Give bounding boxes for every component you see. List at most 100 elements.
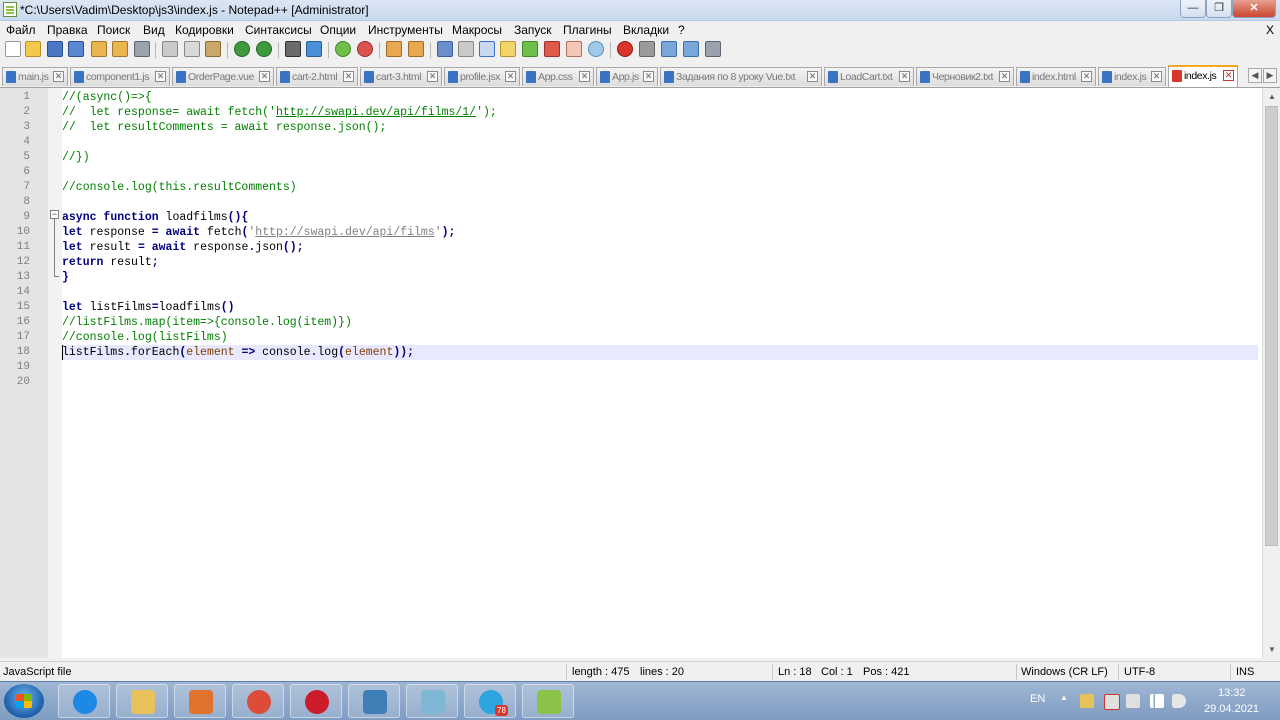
- sync-horizontal-icon[interactable]: [408, 41, 424, 57]
- scroll-up-button[interactable]: ▲: [1264, 88, 1280, 105]
- vertical-scrollbar[interactable]: ▲ ▼: [1262, 88, 1280, 658]
- fold-toggle-icon[interactable]: −: [50, 210, 59, 219]
- folder-workspace-icon[interactable]: [566, 41, 582, 57]
- close-window-button[interactable]: ✕: [1232, 0, 1276, 18]
- tab-component1-js[interactable]: component1.js ✕: [70, 67, 170, 86]
- code-line[interactable]: }: [62, 270, 1258, 285]
- play-macro-icon[interactable]: [661, 41, 677, 57]
- tab-app-css[interactable]: App.css ✕: [522, 67, 594, 86]
- menu-encoding[interactable]: Кодировки: [175, 23, 234, 37]
- save-all-icon[interactable]: [68, 41, 84, 57]
- paste-icon[interactable]: [205, 41, 221, 57]
- current-code-line[interactable]: listFilms.forEach(element => console.log…: [62, 345, 1258, 360]
- code-line[interactable]: [62, 165, 1258, 180]
- record-macro-icon[interactable]: [617, 41, 633, 57]
- save-icon[interactable]: [47, 41, 63, 57]
- menu-tools[interactable]: Инструменты: [368, 23, 443, 37]
- zoom-out-icon[interactable]: [357, 41, 373, 57]
- menu-plugins[interactable]: Плагины: [563, 23, 612, 37]
- sync-vertical-icon[interactable]: [386, 41, 402, 57]
- minimize-button[interactable]: —: [1180, 0, 1206, 18]
- code-line[interactable]: let result = await response.json();: [62, 240, 1258, 255]
- tab-close-icon[interactable]: ✕: [1223, 70, 1234, 81]
- taskbar-image-viewer-button[interactable]: [348, 684, 400, 718]
- code-line[interactable]: [62, 195, 1258, 210]
- code-line[interactable]: [62, 360, 1258, 375]
- tab-close-icon[interactable]: ✕: [155, 71, 166, 82]
- code-line[interactable]: [62, 135, 1258, 150]
- menu-file[interactable]: Файл: [6, 23, 36, 37]
- volume-icon[interactable]: [1172, 694, 1186, 708]
- show-hidden-icons-button[interactable]: ▲: [1060, 693, 1068, 702]
- tab-orderpage-vue[interactable]: OrderPage.vue ✕: [172, 67, 274, 86]
- tab-close-icon[interactable]: ✕: [427, 71, 438, 82]
- code-line[interactable]: //}): [62, 150, 1258, 165]
- code-text-area[interactable]: //(async()=>{// let response= await fetc…: [62, 88, 1260, 658]
- menu-run[interactable]: Запуск: [514, 23, 552, 37]
- code-line[interactable]: //console.log(this.resultComments): [62, 180, 1258, 195]
- status-eol[interactable]: Windows (CR LF): [1021, 666, 1108, 678]
- menu-help[interactable]: ?: [678, 23, 685, 37]
- tab-close-icon[interactable]: ✕: [899, 71, 910, 82]
- action-center-icon[interactable]: [1104, 694, 1120, 710]
- replace-icon[interactable]: [306, 41, 322, 57]
- run-macro-multiple-icon[interactable]: [683, 41, 699, 57]
- tab-cart-2-html[interactable]: cart-2.html ✕: [276, 67, 358, 86]
- close-file-icon[interactable]: [91, 41, 107, 57]
- taskbar-file-explorer-button[interactable]: [116, 684, 168, 718]
- redo-icon[interactable]: [256, 41, 272, 57]
- zoom-in-icon[interactable]: [335, 41, 351, 57]
- close-all-icon[interactable]: [112, 41, 128, 57]
- tab-close-icon[interactable]: ✕: [259, 71, 270, 82]
- doc-map-icon[interactable]: [522, 41, 538, 57]
- taskbar-chrome-button[interactable]: [232, 684, 284, 718]
- save-macro-icon[interactable]: [705, 41, 721, 57]
- tray-app-icon[interactable]: [1080, 694, 1094, 708]
- code-line[interactable]: //(async()=>{: [62, 90, 1258, 105]
- print-icon[interactable]: [134, 41, 150, 57]
- tab-scroll-right-button[interactable]: ▶: [1263, 68, 1277, 83]
- code-line[interactable]: // let response= await fetch('http://swa…: [62, 105, 1258, 120]
- tab-vue-lesson-8-tasks[interactable]: Задания по 8 уроку Vue.txt ✕: [660, 67, 822, 86]
- open-file-icon[interactable]: [25, 41, 41, 57]
- tab-index-html[interactable]: index.html ✕: [1016, 67, 1096, 86]
- tab-index-js-other[interactable]: index.js ✕: [1098, 67, 1166, 86]
- restore-button[interactable]: ❐: [1206, 0, 1232, 18]
- monitoring-icon[interactable]: [588, 41, 604, 57]
- taskbar-notepad-plus-plus-button[interactable]: [522, 684, 574, 718]
- new-file-icon[interactable]: [5, 41, 21, 57]
- clock-time[interactable]: 13:32: [1218, 687, 1246, 699]
- tab-scroll-left-button[interactable]: ◀: [1248, 68, 1262, 83]
- tab-index-js-active[interactable]: index.js ✕: [1168, 65, 1238, 87]
- show-all-chars-icon[interactable]: [458, 41, 474, 57]
- menu-window[interactable]: Вкладки: [623, 23, 669, 37]
- code-line[interactable]: return result;: [62, 255, 1258, 270]
- network-icon[interactable]: [1150, 694, 1164, 708]
- code-line[interactable]: //listFilms.map(item=>{console.log(item)…: [62, 315, 1258, 330]
- tab-close-icon[interactable]: ✕: [643, 71, 654, 82]
- cut-icon[interactable]: [162, 41, 178, 57]
- tab-close-icon[interactable]: ✕: [999, 71, 1010, 82]
- code-line[interactable]: // let resultComments = await response.j…: [62, 120, 1258, 135]
- copy-icon[interactable]: [184, 41, 200, 57]
- code-line[interactable]: [62, 285, 1258, 300]
- language-indicator[interactable]: EN: [1030, 693, 1045, 705]
- tab-close-icon[interactable]: ✕: [1081, 71, 1092, 82]
- tab-close-icon[interactable]: ✕: [343, 71, 354, 82]
- clock-date[interactable]: 29.04.2021: [1204, 703, 1259, 715]
- taskbar-media-player-button[interactable]: [174, 684, 226, 718]
- function-list-icon[interactable]: [544, 41, 560, 57]
- code-line[interactable]: //console.log(listFilms): [62, 330, 1258, 345]
- tab-close-icon[interactable]: ✕: [505, 71, 516, 82]
- word-wrap-icon[interactable]: [437, 41, 453, 57]
- tab-draft2-txt[interactable]: Черновик2.txt ✕: [916, 67, 1014, 86]
- indent-guide-icon[interactable]: [479, 41, 495, 57]
- close-document-button[interactable]: X: [1266, 23, 1274, 37]
- find-icon[interactable]: [285, 41, 301, 57]
- stop-macro-icon[interactable]: [639, 41, 655, 57]
- menu-language[interactable]: Синтаксисы: [245, 23, 312, 37]
- tab-cart-3-html[interactable]: cart-3.html ✕: [360, 67, 442, 86]
- code-line[interactable]: let listFilms=loadfilms(): [62, 300, 1258, 315]
- code-line[interactable]: let response = await fetch('http://swapi…: [62, 225, 1258, 240]
- editor[interactable]: 1 2 3 4 5 6 7 8 9 10 11 12 13 14 15 16 17 18 19 20 − //(asy…: [0, 88, 1262, 658]
